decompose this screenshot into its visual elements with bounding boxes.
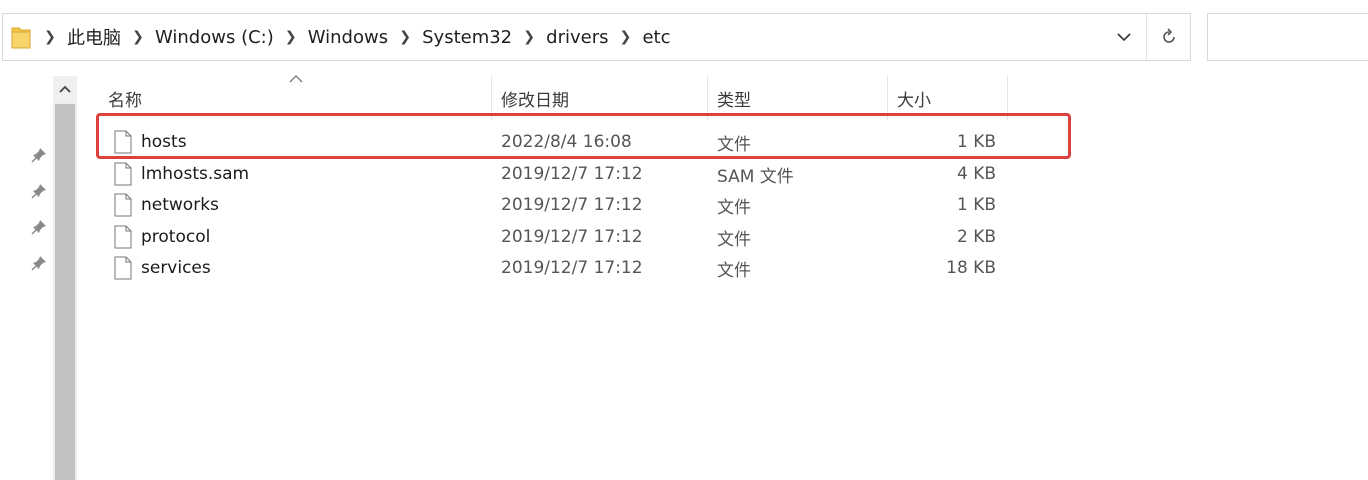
column-header-name-label: 名称: [108, 90, 142, 111]
breadcrumb-windows[interactable]: Windows: [302, 27, 394, 48]
file-row[interactable]: protocol 2019/12/7 17:12 文件 2 KB: [100, 221, 1010, 253]
file-icon: [114, 225, 132, 249]
file-name: networks: [141, 195, 219, 215]
file-type: 文件: [717, 260, 751, 281]
scrollbar-thumb[interactable]: [55, 104, 75, 480]
file-icon: [114, 193, 132, 217]
file-size: 1 KB: [956, 195, 996, 215]
file-size: 2 KB: [956, 227, 996, 247]
file-icon: [114, 256, 132, 280]
scroll-up-button[interactable]: [53, 76, 77, 102]
breadcrumb: ❯ 此电脑 ❯ Windows (C:) ❯ Windows ❯ System3…: [39, 14, 677, 60]
breadcrumb-this-pc[interactable]: 此电脑: [61, 24, 127, 50]
pin-icon[interactable]: [30, 254, 48, 272]
pin-icon[interactable]: [30, 218, 48, 236]
file-modified-date: 2019/12/7 17:12: [501, 258, 643, 278]
folder-icon: [11, 27, 31, 49]
breadcrumb-separator-icon[interactable]: ❯: [280, 29, 302, 45]
navigation-pane: [0, 76, 54, 480]
breadcrumb-separator-icon[interactable]: ❯: [127, 29, 149, 45]
file-size: 4 KB: [956, 164, 996, 184]
file-size: 18 KB: [946, 258, 996, 278]
refresh-button[interactable]: [1147, 14, 1191, 60]
file-type: 文件: [717, 229, 751, 250]
pin-icon[interactable]: [30, 146, 48, 164]
address-history-dropdown[interactable]: [1106, 14, 1142, 60]
breadcrumb-system32[interactable]: System32: [416, 27, 518, 48]
file-explorer-window: ❯ 此电脑 ❯ Windows (C:) ❯ Windows ❯ System3…: [0, 0, 1368, 480]
refresh-icon: [1163, 28, 1175, 43]
file-name: protocol: [141, 227, 211, 247]
file-name: services: [141, 258, 211, 278]
file-type: SAM 文件: [717, 166, 794, 187]
highlight-annotation: [96, 113, 1071, 159]
column-header-size-label: 大小: [897, 90, 931, 111]
navigation-scrollbar[interactable]: [53, 76, 77, 480]
address-bar[interactable]: ❯ 此电脑 ❯ Windows (C:) ❯ Windows ❯ System3…: [2, 13, 1191, 61]
breadcrumb-windows-c[interactable]: Windows (C:): [149, 27, 280, 48]
file-modified-date: 2019/12/7 17:12: [501, 227, 643, 247]
file-modified-date: 2019/12/7 17:12: [501, 195, 643, 215]
breadcrumb-separator-icon[interactable]: ❯: [394, 29, 416, 45]
breadcrumb-etc[interactable]: etc: [636, 27, 676, 48]
file-row[interactable]: services 2019/12/7 17:12 文件 18 KB: [100, 252, 1010, 284]
file-row[interactable]: lmhosts.sam 2019/12/7 17:12 SAM 文件 4 KB: [100, 158, 1010, 190]
chevron-up-icon: [59, 85, 71, 93]
file-modified-date: 2019/12/7 17:12: [501, 164, 643, 184]
column-header-type-label: 类型: [717, 90, 751, 111]
breadcrumb-drivers[interactable]: drivers: [540, 27, 614, 48]
breadcrumb-separator-icon[interactable]: ❯: [518, 29, 540, 45]
file-type: 文件: [717, 197, 751, 218]
search-input[interactable]: [1207, 13, 1368, 61]
chevron-down-icon: [1117, 33, 1131, 42]
file-name: lmhosts.sam: [141, 164, 250, 184]
column-header-date-label: 修改日期: [501, 90, 569, 111]
file-row[interactable]: networks 2019/12/7 17:12 文件 1 KB: [100, 189, 1010, 221]
breadcrumb-separator-icon[interactable]: ❯: [614, 29, 636, 45]
breadcrumb-separator-icon[interactable]: ❯: [39, 29, 61, 45]
pin-icon[interactable]: [30, 182, 48, 200]
file-icon: [114, 162, 132, 186]
